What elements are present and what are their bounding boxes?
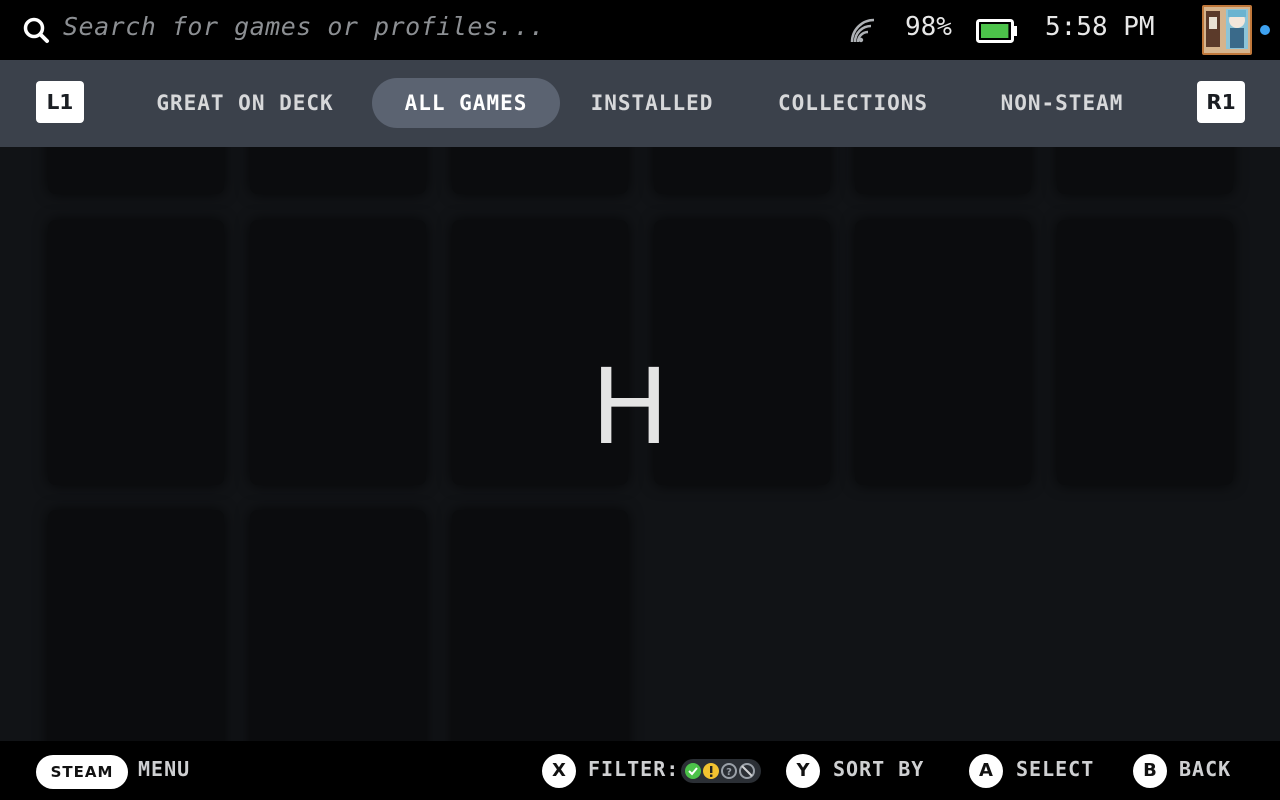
svg-text:?: ?: [726, 767, 732, 778]
notification-dot: [1260, 25, 1270, 35]
game-library-grid[interactable]: H: [0, 147, 1280, 741]
jump-to-letter-overlay: H: [590, 346, 670, 468]
filter-status-icons: ?: [681, 759, 761, 783]
game-tile[interactable]: [855, 147, 1031, 194]
game-tile[interactable]: [1057, 147, 1233, 194]
b-button-icon[interactable]: B: [1133, 754, 1167, 788]
tab-installed[interactable]: INSTALLED: [570, 78, 734, 128]
tab-collections[interactable]: COLLECTIONS: [756, 78, 950, 128]
l1-button[interactable]: L1: [36, 81, 84, 123]
top-bar: Search for games or profiles... 98% 5:58…: [0, 0, 1280, 60]
search-input[interactable]: Search for games or profiles...: [63, 12, 545, 41]
a-button-icon[interactable]: A: [969, 754, 1003, 788]
game-tile[interactable]: [250, 510, 426, 741]
back-hint-label[interactable]: BACK: [1179, 757, 1231, 781]
y-button-icon[interactable]: Y: [786, 754, 820, 788]
steam-button[interactable]: STEAM: [36, 755, 128, 789]
filter-hint-label[interactable]: FILTER:: [588, 757, 679, 781]
game-tile[interactable]: [48, 147, 224, 194]
r1-button[interactable]: R1: [1197, 81, 1245, 123]
footer-hint-bar: STEAM MENU X FILTER: ? Y SORT BY A SELEC…: [0, 741, 1280, 800]
avatar[interactable]: [1202, 5, 1252, 55]
wifi-icon[interactable]: [848, 16, 876, 44]
battery-percent: 98%: [905, 12, 952, 42]
game-tile[interactable]: [48, 510, 224, 741]
game-tile[interactable]: [452, 147, 628, 194]
menu-hint-label: MENU: [138, 757, 191, 781]
select-hint-label[interactable]: SELECT: [1016, 757, 1094, 781]
tab-great-on-deck[interactable]: GREAT ON DECK: [130, 78, 360, 128]
game-tile[interactable]: [654, 147, 830, 194]
library-tab-bar: L1 GREAT ON DECK ALL GAMES INSTALLED COL…: [0, 60, 1280, 147]
tab-all-games[interactable]: ALL GAMES: [372, 78, 560, 128]
x-button-icon[interactable]: X: [542, 754, 576, 788]
tab-non-steam[interactable]: NON-STEAM: [970, 78, 1154, 128]
battery-icon[interactable]: [976, 19, 1018, 43]
game-tile[interactable]: [250, 147, 426, 194]
search-icon[interactable]: [22, 16, 50, 44]
sort-hint-label[interactable]: SORT BY: [833, 757, 924, 781]
clock: 5:58 PM: [1045, 12, 1155, 42]
game-tile[interactable]: [452, 510, 628, 741]
